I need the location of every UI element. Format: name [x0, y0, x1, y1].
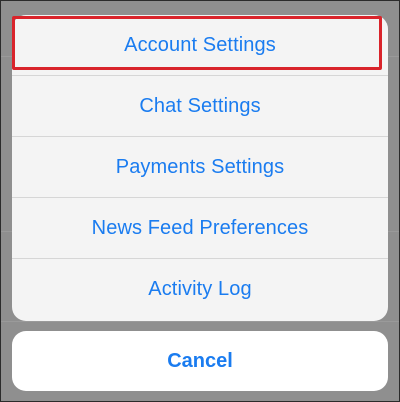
background-divider	[1, 321, 399, 322]
action-sheet: Account Settings Chat Settings Payments …	[12, 15, 388, 321]
screenshot-frame: Account Settings Chat Settings Payments …	[0, 0, 400, 402]
account-settings-label: Account Settings	[124, 34, 276, 56]
news-feed-preferences-label: News Feed Preferences	[91, 217, 309, 239]
cancel-button[interactable]: Cancel	[12, 331, 388, 391]
chat-settings-label: Chat Settings	[139, 95, 261, 117]
chat-settings-option[interactable]: Chat Settings	[12, 76, 388, 137]
payments-settings-label: Payments Settings	[115, 156, 285, 178]
payments-settings-option[interactable]: Payments Settings	[12, 137, 388, 198]
cancel-label: Cancel	[167, 349, 233, 372]
activity-log-option[interactable]: Activity Log	[12, 259, 388, 320]
account-settings-option[interactable]: Account Settings	[12, 15, 388, 76]
news-feed-preferences-option[interactable]: News Feed Preferences	[12, 198, 388, 259]
activity-log-label: Activity Log	[148, 278, 252, 300]
